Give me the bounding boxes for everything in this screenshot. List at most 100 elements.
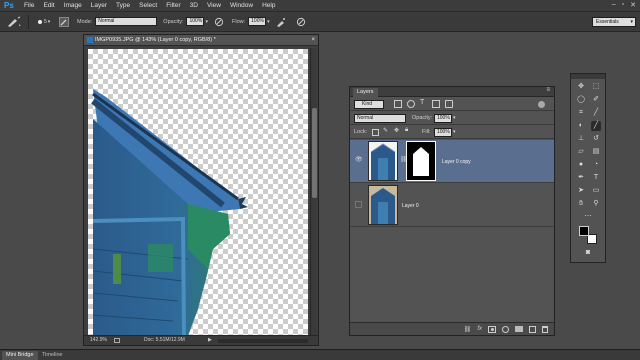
menu-image[interactable]: Image (64, 2, 82, 9)
document-window: IMGP0935.JPG @ 143% (Layer 0 copy, RGB/8… (83, 34, 319, 346)
visibility-off-box[interactable] (355, 201, 362, 208)
marquee-tool-icon[interactable]: ⬚ (591, 82, 601, 92)
doc-size-info: Doc: 5.51M/12.9M (144, 337, 185, 343)
layer-name[interactable]: Layer 0 copy (442, 159, 471, 165)
airbrush-icon[interactable] (276, 17, 286, 27)
layer-thumbnail[interactable] (368, 185, 398, 225)
menu-layer[interactable]: Layer (91, 2, 107, 9)
dodge-tool-icon[interactable]: ◔ (591, 160, 601, 170)
zoom-level[interactable]: 142.9% (90, 336, 107, 345)
tab-layers[interactable]: Layers (353, 88, 378, 97)
filter-smart-object-icon[interactable] (445, 100, 453, 108)
zoom-tool-icon[interactable]: ⚲ (591, 199, 601, 209)
tab-timeline[interactable]: Timeline (38, 351, 67, 360)
opacity-input[interactable]: 100% (186, 17, 205, 26)
tools-panel-header[interactable] (571, 74, 605, 79)
menu-filter[interactable]: Filter (166, 2, 180, 9)
fill-dropdown-icon[interactable]: ▾ (453, 129, 456, 135)
path-selection-tool-icon[interactable]: ➤ (576, 186, 586, 196)
filter-toggle-icon[interactable] (538, 101, 545, 108)
link-icon[interactable]: ⛓︎ (464, 326, 472, 333)
filter-adjustment-icon[interactable] (407, 100, 415, 108)
eyedropper-tool-icon[interactable]: ╱ (591, 108, 601, 118)
group-icon[interactable] (515, 326, 523, 332)
pressure-opacity-icon[interactable] (214, 17, 224, 27)
window-controls: – ▫ ✕ (612, 1, 636, 9)
lock-transparent-icon[interactable] (372, 129, 379, 136)
new-layer-icon[interactable] (529, 325, 536, 333)
status-scroll-track[interactable] (218, 339, 308, 343)
layer-name[interactable]: Layer 0 (402, 203, 419, 209)
menu-view[interactable]: View (207, 2, 221, 9)
quick-mask-icon[interactable]: ◙ (583, 248, 593, 258)
layer-row-layer-0-copy[interactable]: 👁︎ ⛓︎ Layer 0 copy (350, 140, 554, 183)
lock-position-icon[interactable]: ✥ (394, 127, 399, 134)
filter-pixel-icon[interactable] (394, 100, 402, 108)
menu-help[interactable]: Help (262, 2, 275, 9)
history-brush-tool-icon[interactable]: ↺ (591, 134, 601, 144)
menu-select[interactable]: Select (139, 2, 157, 9)
restore-button[interactable]: ▫ (622, 1, 624, 9)
blur-tool-icon[interactable]: ● (576, 160, 586, 170)
layer-opacity-input[interactable]: 100% (434, 114, 452, 123)
flow-dropdown-icon[interactable]: ▾ (267, 19, 270, 25)
menu-edit[interactable]: Edit (43, 2, 54, 9)
brush-tool-icon[interactable] (6, 16, 22, 28)
close-window-button[interactable]: ✕ (630, 1, 636, 9)
gradient-tool-icon[interactable]: ▤ (591, 147, 601, 157)
filter-kind-select[interactable]: Kind (354, 100, 384, 109)
layer-row-layer-0[interactable]: Layer 0 (350, 184, 554, 227)
play-icon[interactable]: ▶ (208, 336, 212, 345)
menu-type[interactable]: Type (116, 2, 130, 9)
healing-brush-tool-icon[interactable]: ◐ (576, 121, 586, 131)
pressure-size-icon[interactable] (296, 17, 306, 27)
visibility-eye-icon[interactable]: 👁︎ (355, 157, 363, 164)
menu-file[interactable]: File (24, 2, 34, 9)
mask-icon[interactable] (488, 325, 496, 333)
filter-shape-icon[interactable] (432, 100, 440, 108)
flow-input[interactable]: 100% (248, 17, 267, 26)
minimize-button[interactable]: – (612, 1, 616, 9)
fx-icon[interactable]: fx (477, 326, 482, 332)
canvas[interactable] (88, 49, 308, 336)
workspace-select[interactable]: Essentials ▾ (592, 17, 636, 27)
blend-mode-select[interactable]: Normal (354, 114, 406, 123)
more-tools-icon[interactable]: ⋯ (583, 212, 593, 222)
adjustment-icon[interactable] (502, 325, 509, 333)
lock-all-icon[interactable]: 🔒︎ (405, 127, 408, 134)
vertical-scrollbar[interactable] (310, 48, 317, 338)
lock-image-icon[interactable]: ✎ (383, 127, 388, 134)
layer-mask-thumbnail[interactable] (406, 141, 436, 181)
filter-type-icon[interactable]: T (420, 99, 424, 106)
foreground-color-swatch[interactable] (579, 226, 589, 236)
clone-stamp-tool-icon[interactable]: ⊥ (576, 134, 586, 144)
mode-select[interactable]: Normal (95, 17, 158, 26)
layers-panel-header: Layers ≡ (350, 87, 554, 97)
eraser-tool-icon[interactable]: ▱ (576, 147, 586, 157)
pen-tool-icon[interactable]: ✒ (576, 173, 586, 183)
lasso-tool-icon[interactable]: ◯ (576, 95, 586, 105)
type-tool-icon[interactable]: T (591, 173, 601, 183)
crop-tool-icon[interactable]: ⌗ (576, 108, 586, 118)
brush-tool-icon[interactable]: ╱ (591, 121, 601, 131)
menu-3d[interactable]: 3D (190, 2, 198, 9)
tab-mini-bridge[interactable]: Mini Bridge (2, 351, 38, 360)
trash-icon[interactable] (542, 325, 548, 333)
brush-preset-picker[interactable]: 5 ▾ (35, 16, 53, 28)
opacity-dropdown-icon[interactable]: ▾ (205, 19, 208, 25)
opacity-dropdown-icon[interactable]: ▾ (453, 115, 456, 121)
menu-window[interactable]: Window (230, 2, 253, 9)
shape-tool-icon[interactable]: ▭ (591, 186, 601, 196)
document-tab[interactable]: IMGP0935.JPG @ 143% (Layer 0 copy, RGB/8… (84, 35, 318, 46)
layer-thumbnail[interactable] (368, 141, 398, 181)
brush-panel-toggle-icon[interactable] (59, 16, 69, 27)
fill-input[interactable]: 100% (434, 128, 452, 137)
hand-tool-icon[interactable]: ✋︎ (576, 199, 586, 209)
quick-select-tool-icon[interactable]: ✐ (591, 95, 601, 105)
chevron-down-icon: ▾ (630, 19, 633, 25)
document-title: IMGP0935.JPG @ 143% (Layer 0 copy, RGB/8… (95, 37, 216, 43)
close-document-icon[interactable]: × (311, 35, 315, 45)
scrollbar-thumb[interactable] (312, 108, 317, 198)
panel-menu-icon[interactable]: ≡ (546, 87, 550, 93)
move-tool-icon[interactable]: ✥ (576, 82, 586, 92)
